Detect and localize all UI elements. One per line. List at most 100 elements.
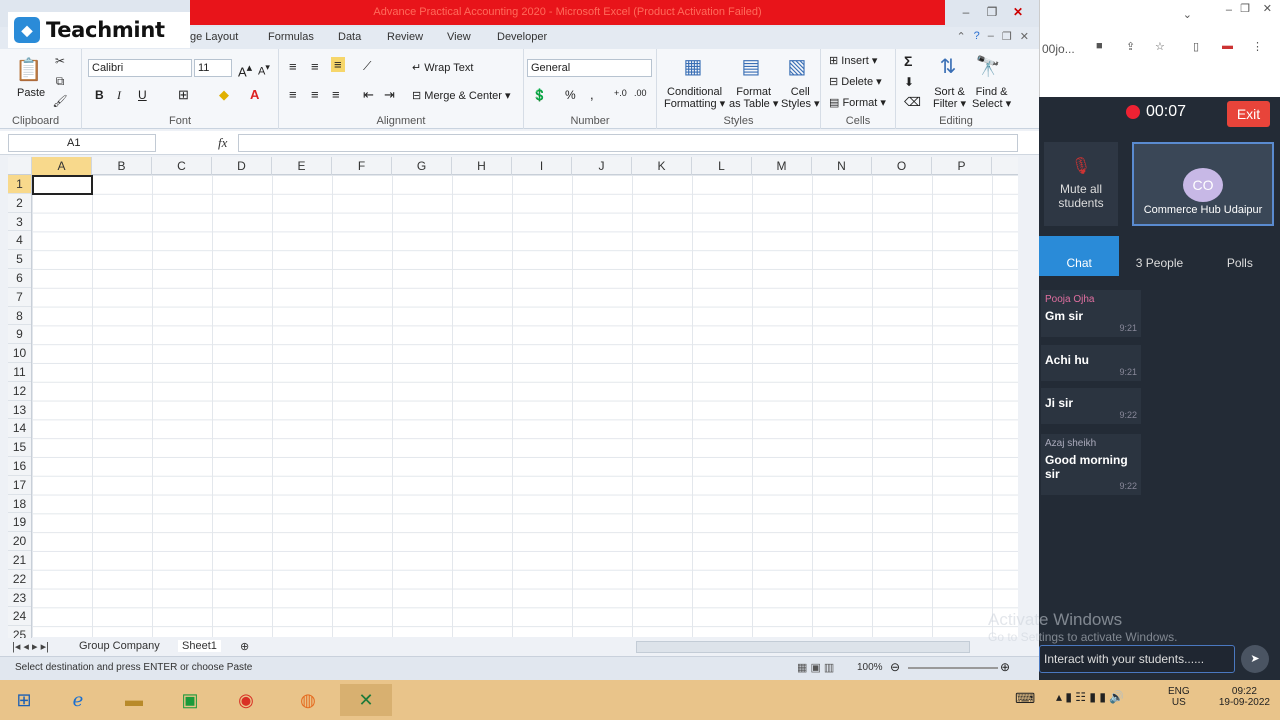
row-header[interactable]: 21 <box>8 551 31 570</box>
column-header[interactable]: A <box>32 157 92 175</box>
row-header[interactable]: 9 <box>8 325 31 345</box>
chat-input[interactable]: Interact with your students...... <box>1039 645 1235 673</box>
vertical-scrollbar[interactable] <box>1018 157 1032 637</box>
grow-font-icon[interactable]: A▴ <box>238 61 252 79</box>
column-header[interactable]: K <box>632 157 692 175</box>
italic-button[interactable]: I <box>117 88 121 103</box>
file-explorer-icon[interactable]: ▬ <box>116 684 152 716</box>
column-header[interactable]: O <box>872 157 932 175</box>
column-header[interactable]: N <box>812 157 872 175</box>
comma-button[interactable]: , <box>590 87 594 102</box>
restore-icon[interactable]: ❐ <box>1002 30 1012 43</box>
font-name-select[interactable]: Calibri <box>88 59 192 77</box>
autosum-icon[interactable]: Σ <box>904 53 912 69</box>
increase-decimal-icon[interactable]: +.0 <box>614 88 627 98</box>
wrap-text-button[interactable]: ↵ Wrap Text <box>412 61 473 74</box>
collapse-ribbon-icon[interactable]: ⌃ <box>956 30 965 43</box>
tab-review[interactable]: Review <box>387 31 423 43</box>
zoom-out-icon[interactable]: ⊖ <box>890 660 900 674</box>
fx-icon[interactable]: fx <box>218 135 227 151</box>
tab-developer[interactable]: Developer <box>497 31 547 43</box>
align-top-icon[interactable]: ≡ <box>289 59 297 74</box>
cell-styles-button[interactable]: Cell Styles ▾ <box>781 86 820 110</box>
shrink-font-icon[interactable]: A▾ <box>258 62 270 78</box>
cell-styles-icon[interactable]: ▧ <box>783 53 811 79</box>
increase-indent-icon[interactable]: ⇥ <box>384 87 395 103</box>
menu-icon[interactable]: ⋮ <box>1252 40 1263 53</box>
close-icon[interactable]: ✕ <box>1020 30 1029 43</box>
format-as-table-button[interactable]: Format as Table ▾ <box>729 86 778 110</box>
browser-close-icon[interactable]: ✕ <box>1263 2 1272 15</box>
tray-icons[interactable]: ▴ ▮ ☷ ▮ ▮ 🔊 <box>1056 690 1124 704</box>
find-select-icon[interactable]: 🔭 <box>974 53 1002 79</box>
zoom-slider[interactable] <box>908 667 998 669</box>
store-icon[interactable]: ▣ <box>172 684 208 716</box>
align-center-icon[interactable]: ≡ <box>311 87 319 102</box>
column-header[interactable]: I <box>512 157 572 175</box>
decrease-indent-icon[interactable]: ⇤ <box>363 87 374 103</box>
row-header[interactable]: 24 <box>8 607 31 627</box>
align-right-icon[interactable]: ≡ <box>332 87 340 102</box>
sheet-nav-icon[interactable]: |◂ ◂ ▸ ▸| <box>12 640 49 653</box>
copy-icon[interactable]: ⧉ <box>52 73 68 89</box>
font-size-select[interactable]: 11 <box>194 59 232 77</box>
row-header[interactable]: 7 <box>8 288 31 307</box>
new-sheet-icon[interactable]: ⊕ <box>240 640 249 653</box>
firefox-icon[interactable]: ◍ <box>290 684 326 716</box>
merge-center-button[interactable]: ⊟ Merge & Center ▾ <box>412 89 511 102</box>
column-header[interactable]: G <box>392 157 452 175</box>
tab-polls[interactable]: Polls <box>1200 236 1280 276</box>
column-header[interactable]: C <box>152 157 212 175</box>
column-header[interactable]: D <box>212 157 272 175</box>
tab-data[interactable]: Data <box>338 31 361 43</box>
column-header[interactable]: E <box>272 157 332 175</box>
sidepanel-icon[interactable]: ▯ <box>1193 40 1199 53</box>
excel-taskbar-icon[interactable]: ✕ <box>340 684 392 716</box>
tab-people[interactable]: 3 People <box>1119 236 1199 276</box>
minimize-icon[interactable]: – <box>988 30 994 43</box>
sort-filter-button[interactable]: Sort & Filter ▾ <box>933 86 966 110</box>
sort-filter-icon[interactable]: ⇅ <box>934 53 962 79</box>
row-header[interactable]: 18 <box>8 495 31 514</box>
column-header[interactable]: J <box>572 157 632 175</box>
row-header[interactable]: 2 <box>8 194 31 213</box>
cell-area[interactable] <box>32 175 1018 637</box>
column-header[interactable]: F <box>332 157 392 175</box>
row-header[interactable]: 23 <box>8 589 31 608</box>
help-icon[interactable]: ? <box>974 30 980 43</box>
name-box[interactable]: A1 <box>8 134 156 152</box>
fill-color-icon[interactable]: ◆ <box>219 87 229 103</box>
horizontal-scrollbar[interactable] <box>636 641 970 653</box>
align-bottom-icon[interactable]: ≡ <box>331 57 345 72</box>
windows-start-icon[interactable]: ⊞ <box>6 684 42 716</box>
number-format-select[interactable]: General <box>527 59 652 77</box>
underline-button[interactable]: U <box>138 88 147 102</box>
mute-all-button[interactable]: 🎙 Mute all students <box>1044 142 1118 226</box>
extension-icon[interactable]: ▬ <box>1222 40 1233 52</box>
format-button[interactable]: ▤ Format ▾ <box>829 96 886 109</box>
paste-button[interactable]: Paste <box>17 87 45 99</box>
decrease-decimal-icon[interactable]: .00 <box>634 88 647 98</box>
row-header[interactable]: 17 <box>8 476 31 495</box>
row-header[interactable]: 15 <box>8 438 31 457</box>
tab-list-icon[interactable]: ⌄ <box>1183 8 1192 21</box>
row-header[interactable]: 11 <box>8 363 31 382</box>
exit-button[interactable]: Exit <box>1227 101 1270 127</box>
row-header[interactable]: 12 <box>8 382 31 401</box>
tab-formulas[interactable]: Formulas <box>268 31 314 43</box>
row-header[interactable]: 22 <box>8 570 31 589</box>
bold-button[interactable]: B <box>95 88 104 102</box>
currency-icon[interactable]: 💲 <box>532 88 547 102</box>
format-painter-icon[interactable]: 🖌 <box>52 93 68 109</box>
align-left-icon[interactable]: ≡ <box>289 87 297 102</box>
minimize-button[interactable]: – <box>953 3 979 21</box>
restore-button[interactable]: ❐ <box>979 3 1005 21</box>
column-header[interactable]: M <box>752 157 812 175</box>
format-as-table-icon[interactable]: ▤ <box>737 53 765 79</box>
tab-chat[interactable]: Chat <box>1039 236 1120 276</box>
row-header[interactable]: 13 <box>8 401 31 420</box>
selected-cell[interactable] <box>32 175 93 195</box>
sheet-tab-sheet1[interactable]: Sheet1 <box>178 640 221 652</box>
row-header[interactable]: 8 <box>8 307 31 326</box>
row-header[interactable]: 4 <box>8 231 31 251</box>
